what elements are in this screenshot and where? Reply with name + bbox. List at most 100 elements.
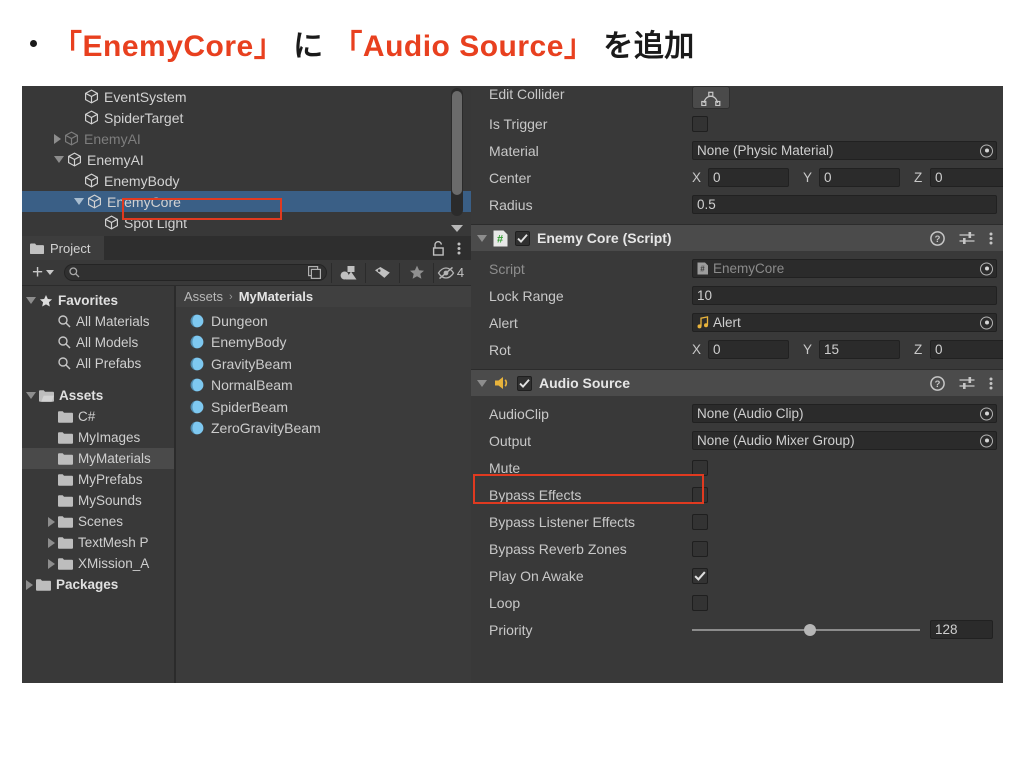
hierarchy-item-eventsystem[interactable]: EventSystem xyxy=(22,86,471,107)
textfield-lock-range[interactable]: 10 xyxy=(692,286,997,305)
property-row-alert: Alert Alert xyxy=(471,309,1003,336)
expand-triangle-icon[interactable] xyxy=(54,133,61,144)
checkbox-is-trigger[interactable] xyxy=(692,115,708,132)
lock-icon[interactable] xyxy=(432,240,445,256)
asset-item-gravitybeam[interactable]: GravityBeam xyxy=(176,353,471,375)
project-tree-item-myprefabs[interactable]: MyPrefabs xyxy=(22,469,174,490)
kebab-menu-icon[interactable] xyxy=(989,231,993,246)
project-tree-item-all-materials[interactable]: All Materials xyxy=(22,311,174,332)
asset-item-enemybody[interactable]: EnemyBody xyxy=(176,332,471,354)
hierarchy-item-enemyai[interactable]: EnemyAI xyxy=(22,128,471,149)
asset-item-normalbeam[interactable]: NormalBeam xyxy=(176,375,471,397)
collapse-triangle-icon[interactable] xyxy=(477,234,487,242)
collapse-triangle-icon[interactable] xyxy=(26,297,36,304)
breadcrumb-root[interactable]: Assets xyxy=(184,289,223,304)
objectfield-material[interactable]: None (Physic Material) xyxy=(692,141,997,160)
search-expand-icon[interactable] xyxy=(308,266,321,279)
checkbox-bypass-reverb-zones[interactable] xyxy=(692,540,708,557)
vector3-center-x[interactable]: 0 xyxy=(708,168,789,187)
filter-favorites-button[interactable] xyxy=(400,262,433,284)
checkbox-bypass-effects[interactable] xyxy=(692,486,708,503)
project-tree-item-mymaterials[interactable]: MyMaterials xyxy=(22,448,174,469)
vector3-rot-z[interactable]: 0 xyxy=(930,340,1003,359)
filter-by-label-button[interactable] xyxy=(366,262,399,284)
project-tree-item-assets[interactable]: Assets xyxy=(22,385,174,406)
asset-item-dungeon[interactable]: Dungeon xyxy=(176,310,471,332)
collapse-triangle-icon[interactable] xyxy=(54,156,64,163)
kebab-menu-icon[interactable] xyxy=(989,376,993,391)
object-picker-icon[interactable] xyxy=(980,144,993,157)
kebab-menu-icon[interactable] xyxy=(457,241,461,256)
hierarchy-item-enemyai[interactable]: EnemyAI xyxy=(22,149,471,170)
filter-by-type-button[interactable] xyxy=(332,262,365,284)
expand-triangle-icon[interactable] xyxy=(26,579,33,590)
objectfield-script[interactable]: # EnemyCore xyxy=(692,259,997,278)
project-folder-tree[interactable]: Favorites All Materials All Models All P… xyxy=(22,286,174,683)
preset-icon[interactable] xyxy=(959,376,975,390)
hierarchy-panel[interactable]: EventSystem SpiderTarget EnemyAI EnemyAI… xyxy=(22,86,471,236)
help-icon[interactable]: ? xyxy=(930,230,945,246)
project-asset-list-area[interactable]: Assets › MyMaterials Dungeon EnemyBody G… xyxy=(176,286,471,683)
edit-collider-button[interactable] xyxy=(692,86,730,109)
slider-value-priority[interactable]: 128 xyxy=(930,620,993,639)
checkbox-play-on-awake[interactable] xyxy=(692,567,708,584)
vector3-center-z[interactable]: 0 xyxy=(930,168,1003,187)
checkbox-mute[interactable] xyxy=(692,459,708,476)
component-enabled-checkbox-enemy-core[interactable] xyxy=(515,230,530,246)
hierarchy-item-enemybody[interactable]: EnemyBody xyxy=(22,170,471,191)
hierarchy-scrollbar-thumb[interactable] xyxy=(452,91,462,195)
search-icon xyxy=(58,315,71,328)
component-header-enemy-core[interactable]: # Enemy Core (Script) ? xyxy=(471,225,1003,251)
search-input[interactable] xyxy=(84,266,308,279)
axis-label-z: Z xyxy=(914,170,923,185)
component-header-audio-source[interactable]: Audio Source ? xyxy=(471,370,1003,396)
component-enabled-checkbox-audio-source[interactable] xyxy=(517,375,532,391)
vector3-rot-x[interactable]: 0 xyxy=(708,340,789,359)
collapse-triangle-icon[interactable] xyxy=(74,198,84,205)
objectfield-alert[interactable]: Alert xyxy=(692,313,997,332)
hierarchy-item-spot-light[interactable]: Spot Light xyxy=(22,212,471,233)
vector3-center-y[interactable]: 0 xyxy=(819,168,900,187)
tab-project[interactable]: Project xyxy=(22,236,105,260)
hierarchy-scrollbar[interactable] xyxy=(451,88,463,216)
hierarchy-scroll-down-icon[interactable] xyxy=(451,225,463,232)
expand-triangle-icon[interactable] xyxy=(48,537,55,548)
project-tree-item-c-[interactable]: C# xyxy=(22,406,174,427)
slider-knob[interactable] xyxy=(804,623,816,636)
collapse-triangle-icon[interactable] xyxy=(477,379,487,387)
checkbox-loop[interactable] xyxy=(692,594,708,611)
expand-triangle-icon[interactable] xyxy=(48,516,55,527)
project-tree-item-label: Packages xyxy=(56,577,119,592)
object-picker-icon[interactable] xyxy=(980,407,993,420)
vector3-rot-y[interactable]: 15 xyxy=(819,340,900,359)
page-title: 「EnemyCore」 に 「Audio Source」 を追加 xyxy=(52,21,695,65)
collapse-triangle-icon[interactable] xyxy=(26,392,36,399)
expand-triangle-icon[interactable] xyxy=(48,558,55,569)
object-picker-icon[interactable] xyxy=(980,262,993,275)
help-icon[interactable]: ? xyxy=(930,375,945,391)
project-tree-item-myimages[interactable]: MyImages xyxy=(22,427,174,448)
textfield-radius[interactable]: 0.5 xyxy=(692,195,997,214)
project-tree-item-mysounds[interactable]: MySounds xyxy=(22,490,174,511)
project-tree-item-scenes[interactable]: Scenes xyxy=(22,511,174,532)
slider-priority[interactable] xyxy=(692,623,920,636)
project-tree-item-all-prefabs[interactable]: All Prefabs xyxy=(22,353,174,374)
project-tree-item-textmesh-p[interactable]: TextMesh P xyxy=(22,532,174,553)
asset-item-spiderbeam[interactable]: SpiderBeam xyxy=(176,396,471,418)
hierarchy-item-spidertarget[interactable]: SpiderTarget xyxy=(22,107,471,128)
objectfield-audioclip[interactable]: None (Audio Clip) xyxy=(692,404,997,423)
preset-icon[interactable] xyxy=(959,231,975,245)
project-tree-item-xmission-a[interactable]: XMission_A xyxy=(22,553,174,574)
project-tree-item-favorites[interactable]: Favorites xyxy=(22,290,174,311)
create-asset-button[interactable]: + xyxy=(26,263,58,282)
object-picker-icon[interactable] xyxy=(980,316,993,329)
objectfield-output[interactable]: None (Audio Mixer Group) xyxy=(692,431,997,450)
hierarchy-item-enemycore[interactable]: EnemyCore xyxy=(22,191,471,212)
search-input-wrapper[interactable] xyxy=(64,264,327,281)
checkbox-bypass-listener-effects[interactable] xyxy=(692,513,708,530)
hidden-objects-button[interactable]: 4 xyxy=(434,262,467,284)
asset-item-zerogravitybeam[interactable]: ZeroGravityBeam xyxy=(176,418,471,440)
object-picker-icon[interactable] xyxy=(980,434,993,447)
project-tree-item-all-models[interactable]: All Models xyxy=(22,332,174,353)
project-tree-item-packages[interactable]: Packages xyxy=(22,574,174,595)
